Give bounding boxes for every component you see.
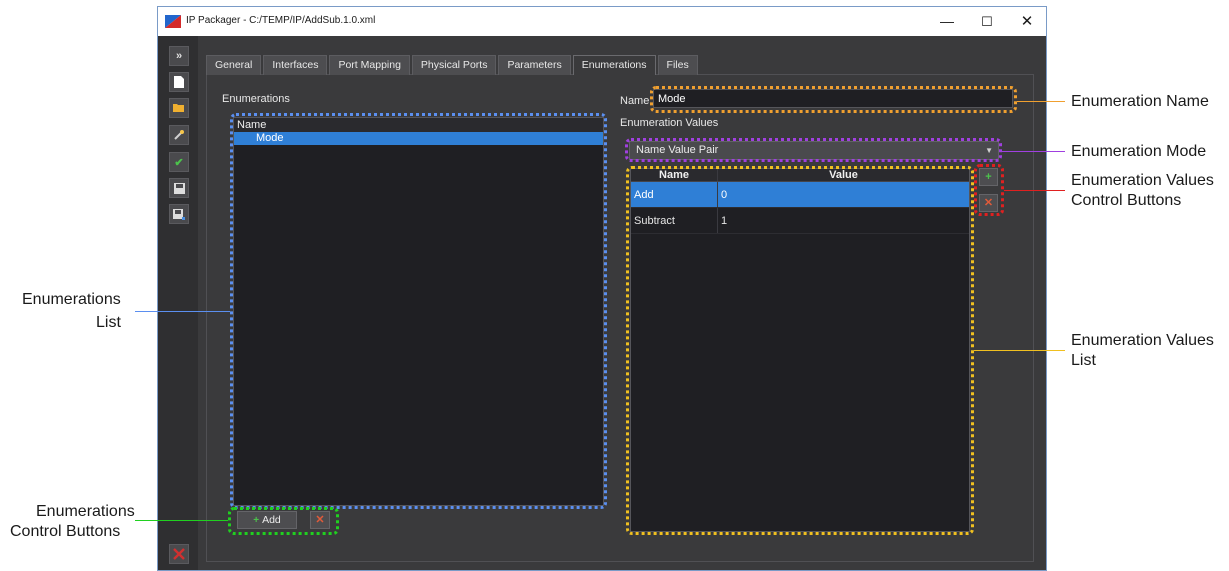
window-title: IP Packager - C:/TEMP/IP/AddSub.1.0.xml [186, 15, 376, 26]
check-icon[interactable]: ✔ [169, 152, 189, 172]
tab-enumerations[interactable]: Enumerations [572, 55, 656, 75]
tab-interfaces[interactable]: Interfaces [263, 55, 328, 75]
left-toolbar: » ✔ [158, 36, 198, 570]
enum-mode-leader [1002, 151, 1065, 152]
annotation-enumerations-controls-line2: Control Buttons [10, 523, 121, 540]
enum-ctrl-leader [135, 520, 228, 521]
annotation-values-list-line2: List [1071, 352, 1096, 369]
minimize-button[interactable]: — [928, 7, 966, 36]
enum-name-leader [1017, 101, 1065, 102]
annotation-values-list-line1: Enumeration Values [1071, 332, 1214, 349]
enumerations-controls-highlight [228, 507, 339, 535]
name-label: Name [620, 95, 650, 107]
annotation-values-controls-line1: Enumeration Values [1071, 172, 1214, 189]
wand-icon[interactable] [169, 125, 189, 145]
enumeration-values-label: Enumeration Values [620, 117, 719, 129]
tab-parameters[interactable]: Parameters [498, 55, 571, 75]
new-file-icon[interactable] [169, 72, 189, 92]
tab-physical-ports[interactable]: Physical Ports [411, 55, 497, 75]
annotation-enumerations-list-line2: List [96, 314, 121, 331]
enumeration-name-highlight [650, 86, 1017, 113]
close-button[interactable]: ✕ [1008, 7, 1046, 36]
save-icon[interactable] [169, 178, 189, 198]
exit-icon[interactable] [169, 544, 189, 564]
expand-icon[interactable]: » [169, 46, 189, 66]
tab-bar: General Interfaces Port Mapping Physical… [206, 55, 700, 75]
save-as-icon[interactable] [169, 204, 189, 224]
annotation-enumeration-name: Enumeration Name [1071, 93, 1209, 110]
enumeration-values-list-highlight [626, 166, 974, 535]
annotation-values-controls-line2: Control Buttons [1071, 192, 1182, 209]
annotation-enumerations-controls-line1: Enumerations [36, 503, 135, 520]
enumeration-mode-highlight [625, 138, 1002, 162]
enum-values-list-leader [974, 350, 1065, 351]
enumerations-list-highlight [230, 113, 607, 509]
title-bar: IP Packager - C:/TEMP/IP/AddSub.1.0.xml … [158, 7, 1046, 36]
enumerations-section-label: Enumerations [222, 93, 290, 105]
enum-list-leader [135, 311, 230, 312]
open-folder-icon[interactable] [169, 98, 189, 118]
tab-general[interactable]: General [206, 55, 262, 75]
enumeration-values-controls-highlight [974, 164, 1004, 216]
app-logo-icon [165, 15, 181, 28]
maximize-button[interactable]: ☐ [968, 7, 1006, 36]
enum-values-ctrl-leader [1004, 190, 1065, 191]
tab-files[interactable]: Files [657, 55, 698, 75]
tab-port-mapping[interactable]: Port Mapping [329, 55, 410, 75]
annotation-enumerations-list-line1: Enumerations [22, 291, 121, 308]
annotation-enumeration-mode: Enumeration Mode [1071, 143, 1207, 160]
